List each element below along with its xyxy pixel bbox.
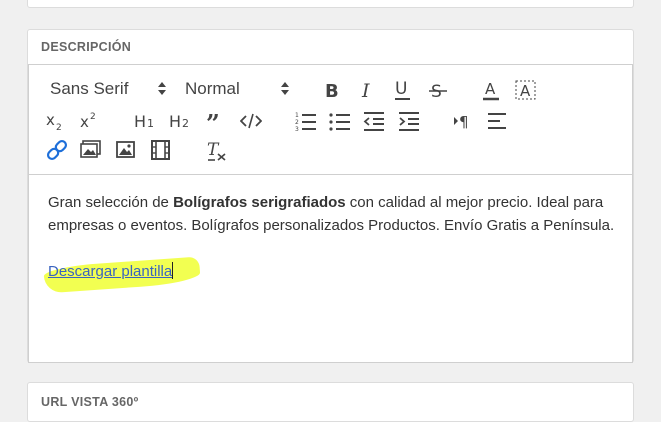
download-template-link[interactable]: Descargar plantilla	[48, 263, 172, 280]
subscript-button[interactable]: x2	[45, 109, 67, 133]
image-gallery-icon	[80, 140, 101, 158]
indent-increase-button[interactable]	[397, 109, 421, 133]
code-block-button[interactable]	[239, 109, 263, 133]
code-icon	[240, 113, 262, 129]
align-left-icon	[488, 113, 506, 129]
bullet-list-icon	[329, 113, 350, 131]
underline-button[interactable]: U	[392, 78, 414, 102]
svg-text:U: U	[395, 79, 407, 99]
clean-format-button[interactable]: T	[204, 138, 228, 162]
text-direction-button[interactable]: ¶	[452, 109, 476, 133]
editor-content[interactable]: Gran selección de Bolígrafos serigrafiad…	[43, 191, 618, 294]
svg-text:A: A	[520, 82, 531, 100]
header-2-button[interactable]: H2	[168, 109, 192, 133]
description-panel: DESCRIPCIÓN Sans Serif Normal B I U S A …	[27, 29, 634, 363]
strike-button[interactable]: S	[427, 78, 449, 102]
background-color-button[interactable]: A	[515, 78, 537, 102]
blockquote-button[interactable]: ”	[205, 109, 227, 133]
clear-format-icon: T	[207, 140, 226, 161]
header-1-icon: H1	[134, 112, 154, 131]
header-2-icon: H2	[169, 112, 189, 131]
background-color-icon: A	[515, 80, 536, 100]
video-icon	[151, 140, 170, 160]
font-family-value: Sans Serif	[50, 79, 129, 98]
svg-text:2: 2	[90, 112, 96, 122]
link-button[interactable]	[45, 138, 69, 162]
description-title: DESCRIPCIÓN	[41, 40, 132, 54]
indent-icon	[399, 112, 419, 131]
svg-text:T: T	[207, 140, 220, 160]
superscript-icon: x2	[80, 112, 96, 131]
image-button[interactable]	[114, 138, 138, 162]
header-1-button[interactable]: H1	[133, 109, 157, 133]
size-picker-arrows-icon	[281, 82, 289, 96]
superscript-button[interactable]: x2	[79, 109, 101, 133]
svg-text:x: x	[80, 113, 89, 131]
quote-icon: ”	[206, 110, 220, 132]
font-color-button[interactable]: A	[480, 78, 502, 102]
font-size-value: Normal	[185, 79, 240, 98]
rtl-direction-icon: ¶	[454, 113, 469, 131]
editor-toolbar: Sans Serif Normal B I U S A A x 2 x 2 H …	[29, 65, 632, 175]
text-cursor	[172, 262, 174, 279]
rich-text-editor: Sans Serif Normal B I U S A A x 2 x 2 H …	[28, 64, 633, 363]
svg-text:2: 2	[182, 117, 189, 130]
svg-text:”: ”	[206, 110, 220, 132]
bullet-list-button[interactable]	[328, 109, 352, 133]
svg-text:B: B	[325, 81, 339, 100]
ordered-list-button[interactable]: 1 2 3	[294, 109, 318, 133]
ordered-list-icon: 1 2 3	[295, 112, 316, 131]
link-icon	[46, 139, 68, 161]
strikethrough-icon: S	[429, 82, 447, 101]
svg-text:x: x	[46, 111, 55, 129]
font-picker-arrows-icon	[158, 82, 166, 96]
font-family-picker[interactable]: Sans Serif	[50, 79, 166, 99]
subscript-icon: x2	[46, 111, 62, 132]
outdent-icon	[363, 112, 384, 131]
link-paragraph: Descargar plantilla	[43, 256, 618, 294]
previous-panel	[27, 0, 634, 8]
svg-text:H: H	[169, 112, 181, 131]
svg-text:2: 2	[295, 119, 299, 126]
font-size-picker[interactable]: Normal	[185, 79, 290, 99]
svg-text:A: A	[485, 80, 496, 98]
url-360-panel: URL VISTA 360º	[27, 382, 634, 422]
indent-decrease-button[interactable]	[362, 109, 386, 133]
svg-text:I: I	[361, 80, 370, 100]
align-button[interactable]	[486, 109, 510, 133]
italic-icon: I	[361, 80, 370, 100]
underline-icon: U	[395, 79, 410, 100]
italic-button[interactable]: I	[358, 78, 380, 102]
svg-text:2: 2	[56, 123, 62, 132]
bold-keyword: Bolígrafos serigrafiados	[173, 194, 346, 211]
description-paragraph: Gran selección de Bolígrafos serigrafiad…	[48, 194, 615, 234]
url-360-title: URL VISTA 360º	[41, 395, 139, 409]
bold-button[interactable]: B	[322, 78, 344, 102]
svg-text:3: 3	[295, 126, 299, 131]
svg-text:H: H	[134, 112, 146, 131]
svg-text:1: 1	[295, 112, 299, 119]
image-icon	[116, 141, 135, 158]
svg-text:1: 1	[147, 117, 154, 130]
font-color-icon: A	[483, 80, 499, 101]
image-gallery-button[interactable]	[79, 138, 103, 162]
bold-icon: B	[325, 81, 339, 100]
video-button[interactable]	[149, 138, 173, 162]
svg-text:¶: ¶	[459, 113, 469, 131]
